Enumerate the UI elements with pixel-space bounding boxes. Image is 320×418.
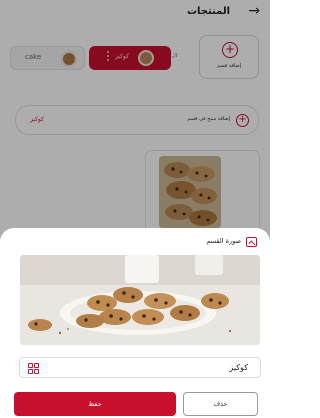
- category-image[interactable]: [20, 255, 260, 345]
- image-icon: [246, 237, 257, 247]
- sheet-title: صورة القسم: [206, 237, 241, 245]
- delete-button[interactable]: حذف: [183, 392, 258, 416]
- category-edit-sheet: صورة القسم كوكيز حفظ حذف: [0, 228, 270, 418]
- category-name-value: كوكيز: [229, 363, 248, 372]
- cookies-plate-image: [20, 255, 260, 345]
- category-name-field[interactable]: كوكيز: [19, 357, 261, 378]
- grid-icon: [28, 363, 39, 374]
- save-button[interactable]: حفظ: [14, 392, 176, 416]
